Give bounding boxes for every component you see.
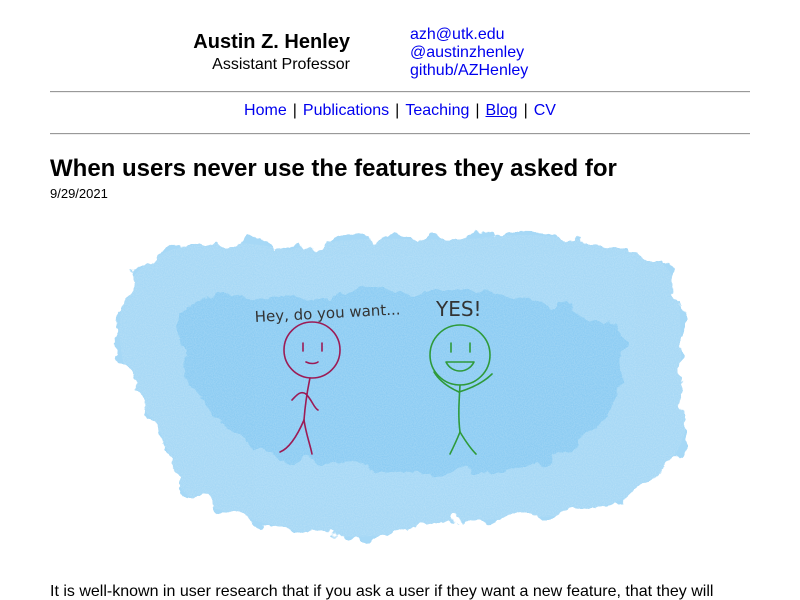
header-divider (50, 91, 750, 93)
author-title: Assistant Professor (212, 56, 350, 73)
post-date: 9/29/2021 (50, 186, 108, 201)
nav-cv-link[interactable]: CV (534, 102, 556, 119)
nav-publications-link[interactable]: Publications (303, 102, 389, 119)
blog-post-page: Austin Z. Henley Assistant Professor azh… (0, 0, 800, 600)
nav-teaching-link[interactable]: Teaching (405, 102, 469, 119)
nav-divider (50, 133, 750, 135)
post-lead-paragraph: It is well-known in user research that i… (50, 583, 714, 600)
main-nav: Home | Publications | Teaching | Blog | CV (50, 101, 750, 121)
author-name: Austin Z. Henley (193, 31, 350, 53)
email-link[interactable]: azh@utk.edu (410, 26, 528, 44)
paper-grain (119, 234, 688, 537)
twitter-link[interactable]: @austinzhenley (410, 44, 528, 62)
nav-separator: | (523, 102, 528, 119)
post-title: When users never use the features they a… (50, 155, 617, 182)
nav-separator: | (475, 102, 480, 119)
author-block: Austin Z. Henley Assistant Professor (193, 30, 350, 75)
right-speech-text: YES! (435, 297, 482, 321)
nav-home-link[interactable]: Home (244, 102, 287, 119)
nav-blog-link[interactable]: Blog (486, 102, 518, 119)
nav-separator: | (395, 102, 400, 119)
github-link[interactable]: github/AZHenley (410, 62, 528, 80)
contact-links: azh@utk.edu @austinzhenley github/AZHenl… (410, 26, 528, 80)
nav-separator: | (292, 102, 297, 119)
post-illustration: Hey, do you want... YES! (119, 234, 688, 537)
